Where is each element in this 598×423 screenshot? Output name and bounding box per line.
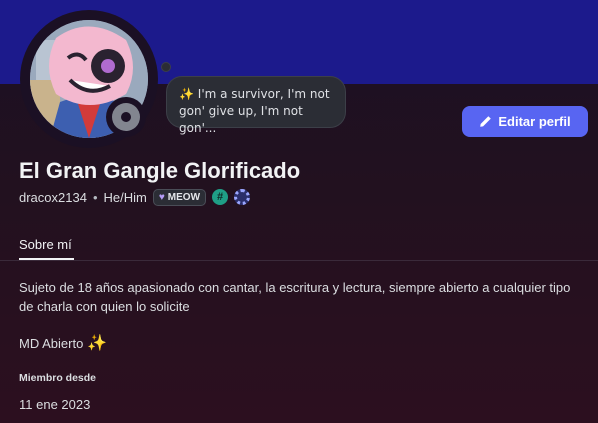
meta-separator: •: [92, 189, 98, 205]
dm-open-line: MD Abierto ✨: [19, 333, 107, 353]
profile-meta-row: dracox2134 • He/Him ♥ MEOW #: [19, 188, 251, 206]
bio-text: Sujeto de 18 años apasionado con cantar,…: [19, 280, 571, 314]
clan-tag-label: MEOW: [167, 191, 201, 203]
edit-profile-label: Editar perfil: [498, 114, 571, 129]
sparkles-icon: ✨: [179, 87, 194, 101]
member-since-label: Miembro desde: [19, 372, 97, 384]
clan-tag[interactable]: ♥ MEOW: [152, 188, 207, 206]
heart-icon: ♥: [158, 191, 165, 203]
tabs-divider: [0, 260, 598, 261]
display-name: El Gran Gangle Glorificado: [19, 158, 301, 183]
tab-about-me[interactable]: Sobre mí: [19, 237, 72, 252]
quest-badge-icon[interactable]: [234, 189, 251, 205]
custom-status-text: I'm a survivor, I'm not gon' give up, I'…: [179, 87, 330, 135]
hash-badge-icon[interactable]: #: [212, 189, 229, 205]
username[interactable]: dracox2134: [19, 190, 87, 205]
dm-open-text: MD Abierto: [19, 335, 84, 351]
status-hole: [121, 112, 131, 122]
custom-status-bubble[interactable]: ✨ I'm a survivor, I'm not gon' give up, …: [166, 76, 346, 135]
member-since-date: 11 ene 2023: [19, 397, 91, 412]
sparkles-icon: ✨: [87, 335, 108, 352]
status-bubble-tail: [161, 62, 171, 72]
pencil-icon: [480, 116, 492, 127]
edit-profile-button[interactable]: Editar perfil: [462, 106, 588, 137]
pronouns: He/Him: [103, 189, 147, 205]
